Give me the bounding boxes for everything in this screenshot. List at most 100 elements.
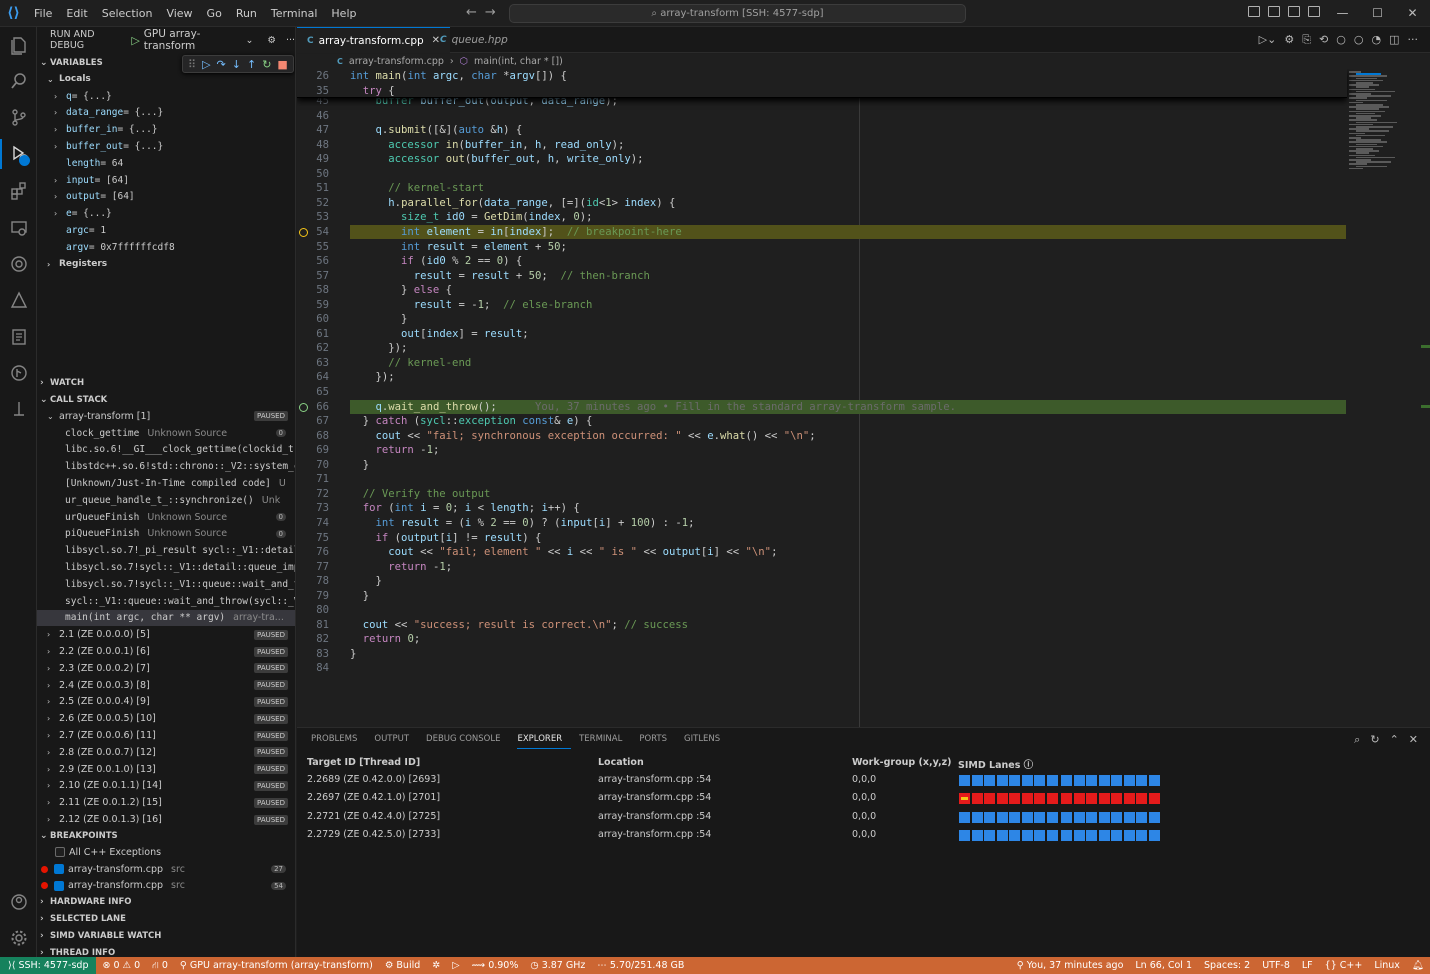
panel-tab-output[interactable]: OUTPUT xyxy=(374,734,418,749)
simd-lane[interactable] xyxy=(984,775,995,786)
gear-icon[interactable]: ⚙ xyxy=(1284,33,1294,47)
command-center-search[interactable]: ⌕ array-transform [SSH: 4577-sdp] xyxy=(509,4,966,23)
maximize-icon[interactable]: ☐ xyxy=(1360,0,1395,27)
cursor-position[interactable]: Ln 66, Col 1 xyxy=(1129,960,1198,971)
simd-lane[interactable] xyxy=(1061,775,1072,786)
maximize-panel-icon[interactable]: ⌃ xyxy=(1390,733,1399,747)
build-status[interactable]: ⚙ Build xyxy=(379,960,426,971)
menu-item-help[interactable]: Help xyxy=(324,0,363,27)
back-arrow-icon[interactable]: ← xyxy=(466,5,485,20)
explorer-icon[interactable] xyxy=(0,30,37,60)
simd-watch-header[interactable]: › SIMD VARIABLE WATCH xyxy=(37,928,295,944)
testing-icon[interactable] xyxy=(0,249,37,279)
stack-frame[interactable]: clock_gettime Unknown Source 0 xyxy=(37,425,295,442)
step-into-icon[interactable]: ↓ xyxy=(232,58,241,71)
simd-lane[interactable] xyxy=(1021,775,1033,786)
stack-frame[interactable]: libsycl.so.7!_pi_result sycl::_V1::detai… xyxy=(37,542,295,559)
thread-main[interactable]: ⌄ array-transform [1] PAUSED xyxy=(37,408,295,425)
restart-icon[interactable]: ↻ xyxy=(262,58,271,71)
variable-row[interactable]: › buffer_in = {...} xyxy=(37,121,295,138)
info-icon[interactable]: ⓘ xyxy=(1024,760,1034,771)
location-cell[interactable]: array-transform.cpp :54 xyxy=(598,792,711,810)
debug-settings-gear-icon[interactable]: ⚙ xyxy=(267,35,276,46)
search-icon[interactable]: ⌕ xyxy=(1354,733,1360,747)
simd-lane[interactable] xyxy=(984,811,995,823)
thread-item[interactable]: › 2.2 (ZE 0.0.0.1) [6] PAUSED xyxy=(37,643,295,660)
breakpoints-section-header[interactable]: ⌄ BREAKPOINTS xyxy=(37,828,295,844)
bp-exceptions-row[interactable]: All C++ Exceptions xyxy=(37,844,295,861)
simd-lane[interactable] xyxy=(1123,793,1135,805)
toggle-sidebar-icon[interactable] xyxy=(1248,6,1260,17)
thread-item[interactable]: › 2.9 (ZE 0.0.1.0) [13] PAUSED xyxy=(37,761,295,778)
location-cell[interactable]: array-transform.cpp :54 xyxy=(598,811,711,829)
customize-layout-icon[interactable] xyxy=(1308,6,1320,17)
simd-lane[interactable] xyxy=(1034,829,1045,841)
simd-lane[interactable] xyxy=(1073,775,1085,786)
simd-lane[interactable] xyxy=(971,811,983,823)
variable-row[interactable]: › input = [64] xyxy=(37,172,295,189)
simd-lane[interactable] xyxy=(1061,811,1072,823)
disassembly-icon[interactable]: ⎘ xyxy=(1302,33,1311,47)
split-editor-icon[interactable]: ◫ xyxy=(1389,33,1399,47)
problems-status[interactable]: ⊗ 0 ⚠ 0 xyxy=(96,960,146,971)
simd-lane[interactable] xyxy=(1021,811,1033,823)
breadcrumb-file[interactable]: array-transform.cpp xyxy=(349,56,444,67)
source-control-icon[interactable] xyxy=(0,102,37,132)
panel-tab-terminal[interactable]: TERMINAL xyxy=(579,734,631,749)
menu-item-edit[interactable]: Edit xyxy=(59,0,94,27)
variable-row[interactable]: › output = [64] xyxy=(37,189,295,206)
simd-lane[interactable] xyxy=(1073,811,1085,823)
stack-frame[interactable]: sycl::_V1::queue::wait_and_throw(sycl::_… xyxy=(37,593,295,610)
next-change-icon[interactable]: ○ xyxy=(1354,33,1364,47)
simd-lane[interactable] xyxy=(1123,829,1135,841)
step-over-icon[interactable]: ↷ xyxy=(217,58,226,71)
gpu-tools-icon[interactable] xyxy=(0,322,37,352)
stack-frame[interactable]: urQueueFinish Unknown Source 0 xyxy=(37,509,295,526)
current-lane-icon[interactable] xyxy=(959,793,970,805)
encoding[interactable]: UTF-8 xyxy=(1256,960,1296,971)
simd-lane[interactable] xyxy=(1021,793,1033,805)
simd-lane[interactable] xyxy=(1046,829,1058,841)
simd-lane[interactable] xyxy=(1009,793,1020,805)
thread-item[interactable]: › 2.12 (ZE 0.0.1.3) [16] PAUSED xyxy=(37,811,295,828)
target-id-cell[interactable]: 2.2689 (ZE 0.42.0.0) [2693] xyxy=(307,774,440,792)
target-id-cell[interactable]: 2.2729 (ZE 0.42.5.0) [2733] xyxy=(307,829,440,847)
simd-lane[interactable] xyxy=(1021,829,1033,841)
simd-lane[interactable] xyxy=(1009,829,1020,841)
close-panel-icon[interactable]: ✕ xyxy=(1409,733,1418,747)
menu-item-selection[interactable]: Selection xyxy=(95,0,160,27)
watch-section-header[interactable]: › WATCH xyxy=(37,375,295,391)
stack-frame[interactable]: piQueueFinish Unknown Source 0 xyxy=(37,526,295,543)
minimize-icon[interactable]: — xyxy=(1325,0,1360,27)
simd-lane[interactable] xyxy=(996,811,1008,823)
simd-lane[interactable] xyxy=(1111,811,1122,823)
location-cell[interactable]: array-transform.cpp :54 xyxy=(598,829,711,847)
hardware-info-header[interactable]: › HARDWARE INFO xyxy=(37,894,295,910)
thread-item[interactable]: › 2.3 (ZE 0.0.0.2) [7] PAUSED xyxy=(37,660,295,677)
run-icon[interactable]: ▷ xyxy=(446,960,465,971)
stack-frame[interactable]: [Unknown/Just-In-Time compiled code] U xyxy=(37,475,295,492)
thread-item[interactable]: › 2.11 (ZE 0.0.1.2) [15] PAUSED xyxy=(37,794,295,811)
variable-row[interactable]: argv = 0x7ffffffcdf8 xyxy=(37,239,295,256)
simd-lane[interactable] xyxy=(1136,829,1147,841)
panel-tab-debug-console[interactable]: DEBUG CONSOLE xyxy=(426,734,509,749)
thread-item[interactable]: › 2.6 (ZE 0.0.0.5) [10] PAUSED xyxy=(37,710,295,727)
breakpoint-item[interactable]: array-transform.cpp src 54 xyxy=(37,878,295,895)
simd-lane[interactable] xyxy=(1086,829,1097,841)
manage-gear-icon[interactable] xyxy=(0,923,37,953)
language-mode[interactable]: {} C++ xyxy=(1319,960,1369,971)
breakpoint-checkbox[interactable] xyxy=(54,864,64,875)
simd-lane[interactable] xyxy=(1086,775,1097,786)
debug-status[interactable]: ⚲ GPU array-transform (array-transform) xyxy=(174,960,379,971)
simd-lane[interactable] xyxy=(1136,775,1147,786)
locals-scope[interactable]: ⌄ Locals xyxy=(37,71,295,88)
simd-lane[interactable] xyxy=(1123,811,1135,823)
more-actions-icon[interactable]: ··· xyxy=(1408,33,1419,47)
menu-item-go[interactable]: Go xyxy=(200,0,229,27)
thread-item[interactable]: › 2.4 (ZE 0.0.0.3) [8] PAUSED xyxy=(37,677,295,694)
simd-lane[interactable] xyxy=(1148,775,1160,786)
simd-lane[interactable] xyxy=(996,829,1008,841)
thread-info-header[interactable]: › THREAD INFO xyxy=(37,945,295,957)
tab-queue-hpp[interactable]: Cqueue.hpp xyxy=(430,27,518,53)
variable-row[interactable]: argc = 1 xyxy=(37,222,295,239)
